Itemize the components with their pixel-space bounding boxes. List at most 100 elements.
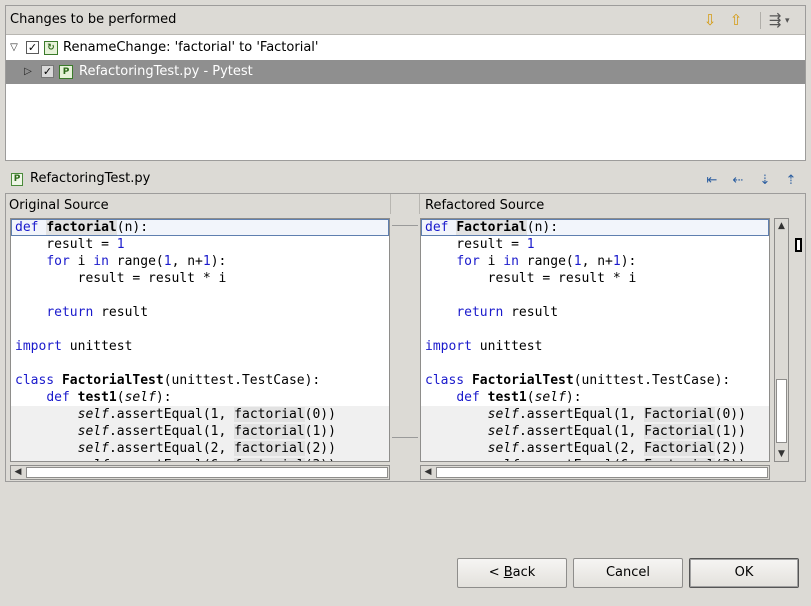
ok-button[interactable]: OK [689, 558, 799, 588]
refactored-source-title: Refactored Source [425, 198, 545, 213]
refactored-horizontal-scrollbar[interactable]: ◀ [420, 465, 770, 480]
code-token: result = [15, 237, 117, 252]
code-token: ( [526, 390, 535, 405]
rename-change-checkbox[interactable]: ✓ [26, 41, 39, 54]
tree-item-label: RenameChange: 'factorial' to 'Factorial' [63, 40, 319, 55]
code-token: .assertEqual(1, [518, 424, 645, 439]
code-token: .assertEqual(6, [109, 458, 234, 461]
python-file-icon: P [11, 173, 23, 186]
code-token: .assertEqual(2, [108, 441, 235, 456]
code-token: Factorial [644, 424, 715, 439]
copy-left-icon[interactable]: ⇠ [729, 171, 747, 189]
scroll-left-icon[interactable]: ◀ [11, 466, 25, 479]
code-line: import unittest [421, 338, 769, 355]
back-button[interactable]: < Back [457, 558, 567, 588]
code-token: Factorial [644, 458, 715, 461]
code-token: factorial [234, 458, 305, 461]
refactored-source-editor[interactable]: def Factorial(n): result = 1 for i in ra… [420, 218, 770, 462]
code-token: Factorial [644, 407, 715, 422]
code-token: self [487, 441, 519, 456]
code-token: (unittest.TestCase): [163, 373, 321, 388]
code-token: , n+ [171, 254, 203, 269]
code-token: ( [116, 390, 125, 405]
original-horizontal-scrollbar[interactable]: ◀ [10, 465, 390, 480]
scroll-left-icon[interactable]: ◀ [421, 466, 435, 479]
code-token: ): [210, 254, 227, 269]
previous-difference-icon[interactable]: ⇡ [782, 171, 800, 189]
code-token: ): [155, 390, 172, 405]
tree-item-rename-change[interactable]: ▽ ✓ ↻ RenameChange: 'factorial' to 'Fact… [6, 36, 805, 60]
title-divider [419, 194, 420, 214]
tree-item-label: RefactoringTest.py - Pytest [79, 64, 253, 79]
scrollbar-thumb[interactable] [26, 467, 388, 478]
code-token: (3)) [715, 458, 746, 461]
code-token: for [456, 254, 480, 269]
original-source-editor[interactable]: def factorial(n): result = 1 for i in ra… [10, 218, 390, 462]
cancel-button[interactable]: Cancel [573, 558, 683, 588]
code-token: self [77, 407, 109, 422]
code-line: self.assertEqual(1, factorial(1)) [11, 423, 389, 440]
tree-item-refactoring-test[interactable]: ▷ ✓ P RefactoringTest.py - Pytest [6, 60, 805, 84]
scroll-up-icon[interactable]: ▲ [775, 219, 788, 233]
code-token: .assertEqual(1, [518, 407, 645, 422]
code-token: .assertEqual(2, [518, 441, 645, 456]
code-token: 1 [612, 254, 621, 269]
refactoring-test-checkbox[interactable]: ✓ [41, 65, 54, 78]
compare-file-bar: P RefactoringTest.py ⇤ ⇠ ⇣ ⇡ [5, 166, 806, 192]
overview-change-marker[interactable] [795, 238, 802, 252]
code-token: in [503, 254, 519, 269]
python-file-change-icon: P [59, 65, 73, 79]
code-token: (unittest.TestCase): [573, 373, 731, 388]
next-change-icon[interactable]: ⇩ [701, 11, 719, 29]
code-token: ): [565, 390, 582, 405]
vertical-scrollbar[interactable]: ▲ ▼ [774, 218, 789, 462]
code-token: FactorialTest [471, 373, 574, 388]
code-token: range( [108, 254, 164, 269]
code-token: class [425, 373, 465, 388]
code-token: def [15, 220, 39, 235]
compare-file-name: RefactoringTest.py [30, 171, 151, 186]
code-token: result [93, 305, 149, 320]
code-token: self [77, 424, 109, 439]
next-difference-icon[interactable]: ⇣ [756, 171, 774, 189]
code-token: Factorial [456, 220, 527, 235]
code-line: def test1(self): [421, 389, 769, 406]
code-token: def [46, 390, 70, 405]
code-token: self [487, 407, 519, 422]
code-line: self.assertEqual(1, Factorial(1)) [421, 423, 769, 440]
overview-ruler[interactable] [792, 220, 805, 466]
code-line: def factorial(n): [11, 219, 389, 236]
code-token: unittest [61, 339, 133, 354]
diff-connector [392, 225, 418, 226]
code-line: self.assertEqual(6, factorial(3)) [11, 457, 389, 461]
code-line: class FactorialTest(unittest.TestCase): [421, 372, 769, 389]
code-token: (1)) [714, 424, 746, 439]
scrollbar-thumb[interactable] [776, 379, 787, 443]
copy-all-left-icon[interactable]: ⇤ [703, 171, 721, 189]
code-line: def Factorial(n): [421, 219, 769, 236]
code-token: (0)) [714, 407, 746, 422]
code-token: class [15, 373, 55, 388]
scroll-down-icon[interactable]: ▼ [775, 447, 788, 461]
collapse-icon[interactable]: ▽ [8, 42, 20, 54]
title-divider [390, 194, 391, 214]
scrollbar-thumb[interactable] [436, 467, 768, 478]
code-token: range( [518, 254, 574, 269]
changes-title: Changes to be performed [10, 12, 177, 27]
filter-changes-icon[interactable]: ⇶ [766, 11, 784, 29]
code-token: , n+ [581, 254, 613, 269]
code-token: def [425, 220, 449, 235]
code-token: result = result * i [425, 271, 637, 286]
expand-icon[interactable]: ▷ [22, 66, 34, 78]
code-token: self [78, 458, 109, 461]
filter-dropdown-icon[interactable]: ▾ [785, 16, 790, 26]
code-token: def [456, 390, 480, 405]
toolbar-separator [760, 12, 761, 29]
previous-change-icon[interactable]: ⇧ [727, 11, 745, 29]
